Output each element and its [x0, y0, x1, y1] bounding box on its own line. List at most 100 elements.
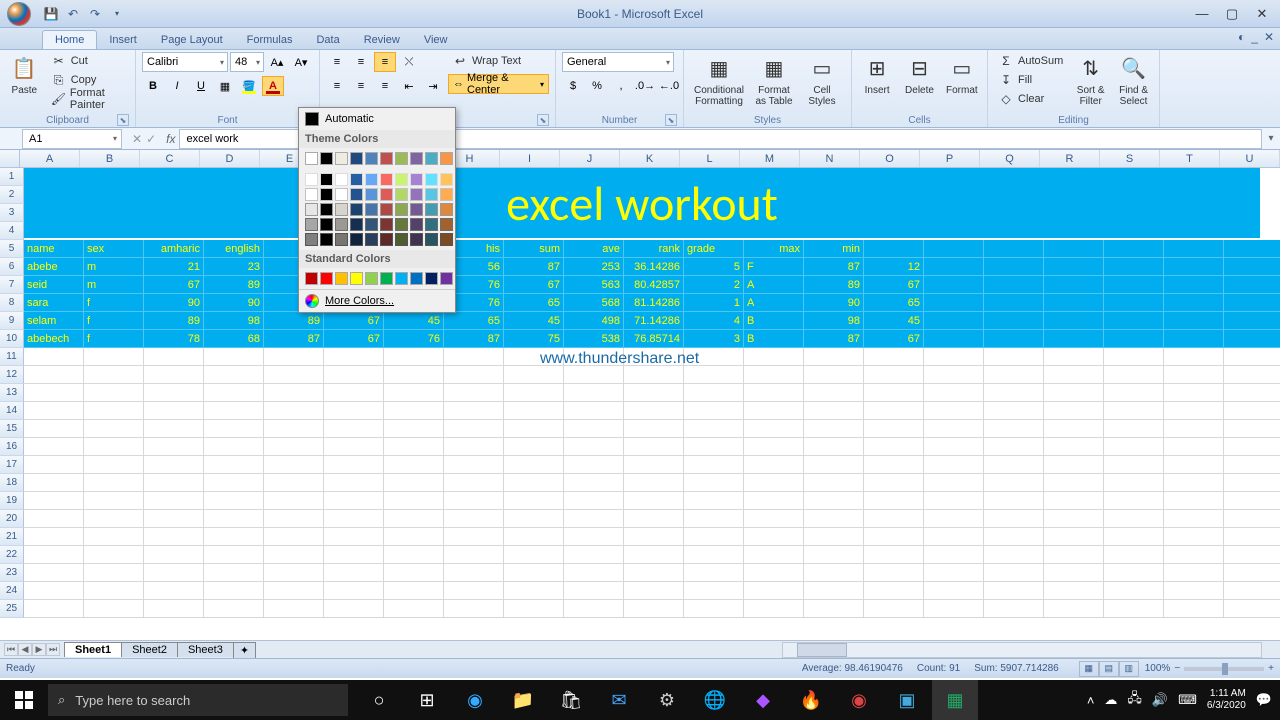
cell[interactable]	[324, 564, 384, 582]
delete-cells-button[interactable]: ⊟Delete	[900, 52, 938, 99]
cell[interactable]	[264, 384, 324, 402]
data-cell[interactable]: 67	[324, 330, 384, 348]
cell[interactable]	[444, 420, 504, 438]
cell[interactable]	[1164, 582, 1224, 600]
cell[interactable]	[504, 402, 564, 420]
cell[interactable]	[1104, 438, 1164, 456]
row-header[interactable]: 6	[0, 258, 24, 276]
color-swatch[interactable]	[350, 233, 363, 246]
cell[interactable]	[1224, 420, 1280, 438]
name-box[interactable]: A1	[22, 129, 122, 149]
cell[interactable]	[264, 492, 324, 510]
data-cell[interactable]: 2	[684, 276, 744, 294]
cell[interactable]	[1104, 384, 1164, 402]
cell[interactable]	[624, 582, 684, 600]
color-swatch[interactable]	[380, 203, 393, 216]
keyboard-icon[interactable]: ⌨	[1178, 692, 1197, 708]
row-header[interactable]: 7	[0, 276, 24, 294]
cell[interactable]	[1164, 510, 1224, 528]
cell[interactable]	[324, 402, 384, 420]
cell[interactable]	[744, 564, 804, 582]
cell[interactable]	[444, 384, 504, 402]
color-swatch[interactable]	[365, 188, 378, 201]
column-header[interactable]: S	[1100, 150, 1160, 167]
align-left-button[interactable]: ≡	[326, 76, 348, 96]
cell[interactable]	[204, 582, 264, 600]
cell[interactable]	[924, 384, 984, 402]
header-cell[interactable]: sum	[504, 240, 564, 258]
cell[interactable]	[24, 546, 84, 564]
comma-button[interactable]: ,	[610, 76, 632, 96]
select-all-corner[interactable]	[0, 150, 20, 167]
data-cell[interactable]: 81.14286	[624, 294, 684, 312]
insert-cells-button[interactable]: ⊞Insert	[858, 52, 896, 99]
tray-chevron-icon[interactable]: ˄	[1087, 693, 1095, 708]
color-swatch[interactable]	[305, 173, 318, 186]
cell[interactable]	[1044, 420, 1104, 438]
cell[interactable]	[24, 384, 84, 402]
row-header[interactable]: 1	[0, 168, 24, 186]
cell[interactable]	[744, 600, 804, 618]
cell[interactable]	[24, 582, 84, 600]
cell[interactable]	[1104, 492, 1164, 510]
cell[interactable]	[1164, 492, 1224, 510]
cell[interactable]	[804, 384, 864, 402]
cell[interactable]	[804, 456, 864, 474]
cell[interactable]	[324, 384, 384, 402]
underline-button[interactable]: U	[190, 76, 212, 96]
decrease-indent-button[interactable]: ⇤	[398, 76, 420, 96]
color-swatch[interactable]	[305, 152, 318, 165]
cell[interactable]	[144, 510, 204, 528]
cell[interactable]	[384, 348, 444, 366]
cell[interactable]	[684, 564, 744, 582]
cell[interactable]	[624, 474, 684, 492]
cell[interactable]	[24, 420, 84, 438]
cell[interactable]	[744, 582, 804, 600]
header-cell[interactable]: amharic	[144, 240, 204, 258]
cell[interactable]	[444, 546, 504, 564]
column-header[interactable]: B	[80, 150, 140, 167]
cell[interactable]	[1164, 600, 1224, 618]
cell[interactable]	[984, 582, 1044, 600]
cell[interactable]	[984, 474, 1044, 492]
cell[interactable]	[324, 438, 384, 456]
column-header[interactable]: T	[1160, 150, 1220, 167]
app-icon-3[interactable]: ▣	[884, 680, 930, 720]
cell[interactable]	[84, 348, 144, 366]
data-cell[interactable]: 45	[864, 312, 924, 330]
cell[interactable]	[864, 564, 924, 582]
color-swatch[interactable]	[320, 218, 333, 231]
cell[interactable]	[444, 510, 504, 528]
qat-dropdown-icon[interactable]: ▾	[108, 5, 126, 23]
maximize-button[interactable]: ▢	[1218, 4, 1246, 24]
color-swatch[interactable]	[320, 173, 333, 186]
cell[interactable]	[924, 438, 984, 456]
color-swatch[interactable]	[395, 173, 408, 186]
row-header[interactable]: 15	[0, 420, 24, 438]
cell[interactable]	[684, 492, 744, 510]
data-cell[interactable]: 78	[144, 330, 204, 348]
cell[interactable]	[504, 456, 564, 474]
column-header[interactable]: Q	[980, 150, 1040, 167]
percent-button[interactable]: %	[586, 76, 608, 96]
cell[interactable]	[504, 438, 564, 456]
cell[interactable]	[24, 600, 84, 618]
color-swatch[interactable]	[335, 203, 348, 216]
cell[interactable]	[864, 384, 924, 402]
cell[interactable]	[444, 564, 504, 582]
font-size-combo[interactable]: 48	[230, 52, 264, 72]
cell[interactable]	[864, 600, 924, 618]
cell[interactable]	[1104, 600, 1164, 618]
cell[interactable]	[984, 348, 1044, 366]
cell[interactable]	[204, 492, 264, 510]
cell[interactable]	[144, 564, 204, 582]
currency-button[interactable]: $	[562, 76, 584, 96]
cell[interactable]	[684, 456, 744, 474]
data-cell[interactable]: 45	[504, 312, 564, 330]
cell[interactable]	[1164, 366, 1224, 384]
data-cell[interactable]: 67	[864, 330, 924, 348]
color-swatch[interactable]	[410, 272, 423, 285]
data-cell[interactable]: sara	[24, 294, 84, 312]
row-header[interactable]: 24	[0, 582, 24, 600]
cell[interactable]	[804, 510, 864, 528]
